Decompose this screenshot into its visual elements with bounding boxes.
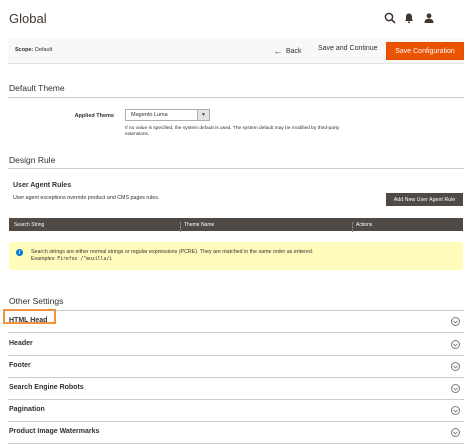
scope-label: Scope:: [15, 47, 34, 53]
column-theme-name: Theme Name: [180, 222, 214, 232]
accordion-label: Pagination: [9, 406, 45, 413]
accordion-product-image-watermarks[interactable]: Product Image Watermarks: [8, 422, 464, 444]
scope-indicator: Scope: Default: [15, 47, 52, 53]
chevron-down-icon: [451, 384, 460, 393]
chevron-down-icon: [451, 362, 460, 371]
chevron-down-icon: [451, 340, 460, 349]
bell-icon[interactable]: [403, 12, 415, 24]
applied-theme-note: If no value is specified, the system def…: [125, 126, 340, 138]
page-header: Global: [0, 0, 474, 38]
chevron-down-icon: [451, 428, 460, 437]
applied-theme-value: Magento Luma: [131, 112, 168, 118]
applied-theme-label: Applied Theme: [74, 113, 114, 119]
scope-value: Default: [34, 47, 53, 53]
divider: [8, 168, 464, 169]
user-icon[interactable]: [423, 12, 435, 24]
back-button[interactable]: ← Back: [274, 45, 302, 57]
applied-theme-select[interactable]: Magento Luma ▼: [125, 109, 210, 121]
user-agent-rules-title: User Agent Rules: [13, 182, 72, 189]
info-message: i Search strings are either normal strin…: [9, 242, 463, 270]
section-title-design-rule[interactable]: Design Rule: [9, 155, 55, 165]
info-message-text: Search strings are either normal strings…: [31, 249, 313, 264]
accordion-header[interactable]: Header: [8, 334, 464, 356]
section-title-default-theme[interactable]: Default Theme: [9, 83, 65, 93]
accordion-pagination[interactable]: Pagination: [8, 400, 464, 422]
user-agent-rules-description: User agent exceptions override product a…: [13, 195, 160, 201]
info-message-line: Search strings are either normal strings…: [31, 249, 314, 255]
section-title-other-settings: Other Settings: [9, 296, 64, 306]
chevron-down-icon: [451, 317, 460, 326]
accordion-label: Product Image Watermarks: [9, 428, 100, 435]
column-actions: Actions: [352, 222, 372, 232]
page-title: Global: [9, 11, 47, 26]
info-icon: i: [16, 249, 23, 256]
page-actions-bar: Scope: Default ← Back Save and Continue …: [8, 38, 464, 64]
divider: [8, 97, 464, 98]
add-user-agent-rule-button[interactable]: Add New User Agent Rule: [386, 193, 463, 206]
accordion-label: Header: [9, 340, 33, 347]
back-button-label: Back: [286, 47, 302, 55]
chevron-down-icon: ▼: [197, 110, 209, 120]
column-search-string: Search String: [14, 222, 45, 228]
accordion-html-head[interactable]: HTML Head: [3, 309, 464, 333]
arrow-left-icon: ←: [274, 46, 282, 56]
chevron-down-icon: [451, 406, 460, 415]
examples-label: Examples:: [31, 256, 56, 263]
examples-code: Firefox /^mozilla/i: [57, 257, 113, 263]
accordion-label: Search Engine Robots: [9, 384, 84, 391]
save-and-continue-button[interactable]: Save and Continue: [318, 45, 378, 52]
accordion-search-engine-robots[interactable]: Search Engine Robots: [8, 378, 464, 400]
accordion-label: Footer: [9, 362, 31, 369]
accordion-footer[interactable]: Footer: [8, 356, 464, 378]
user-agent-table-header: Search String Theme Name Actions: [9, 218, 463, 232]
search-icon[interactable]: [384, 12, 396, 24]
accordion-label: HTML Head: [9, 317, 48, 324]
save-configuration-button[interactable]: Save Configuration: [386, 42, 464, 60]
